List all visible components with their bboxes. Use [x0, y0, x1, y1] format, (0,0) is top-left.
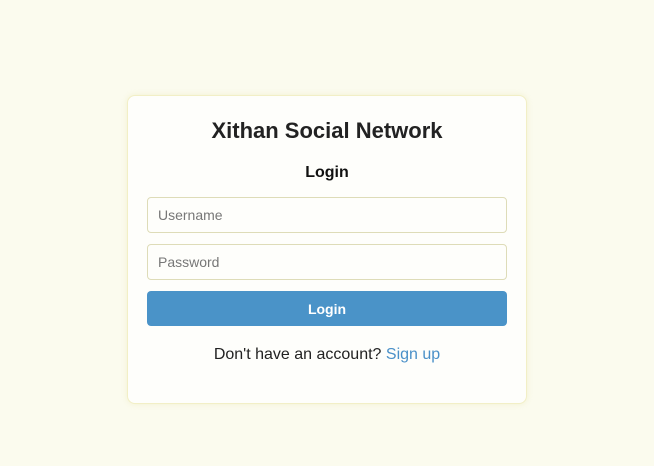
- form-heading: Login: [305, 164, 349, 181]
- login-card: Xithan Social Network Login Login Don't …: [127, 95, 527, 404]
- signup-prompt: Don't have an account? Sign up: [128, 346, 526, 364]
- signup-link[interactable]: Sign up: [386, 346, 440, 363]
- password-input[interactable]: [147, 244, 507, 280]
- login-button[interactable]: Login: [147, 291, 507, 326]
- signup-prompt-text: Don't have an account?: [213, 346, 382, 363]
- username-input[interactable]: [147, 197, 507, 233]
- app-title: Xithan Social Network: [211, 118, 443, 143]
